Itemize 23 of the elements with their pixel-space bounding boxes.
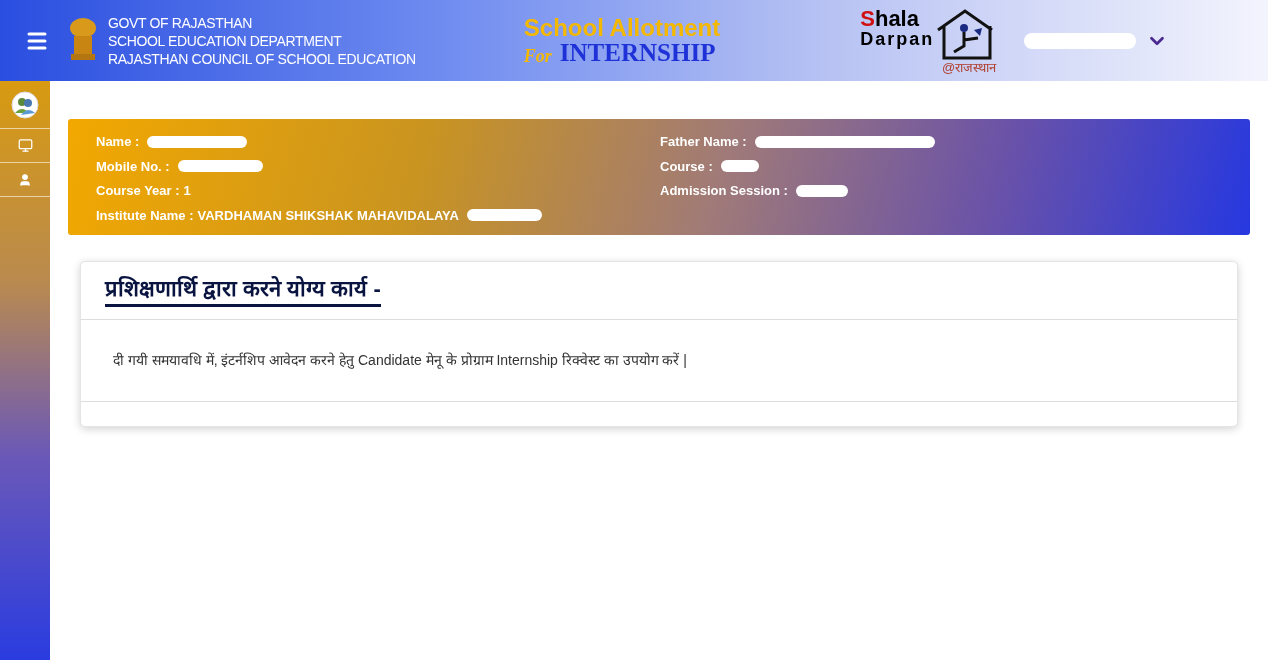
field-label: Name : (96, 133, 140, 151)
field-label: Course Year : (96, 182, 180, 200)
org-name-line: GOVT OF RAJASTHAN (108, 13, 253, 32)
field-label: Admission Session : (660, 182, 788, 200)
field-label: Mobile No. : (96, 157, 170, 176)
field-value: 1 (183, 182, 191, 200)
instruction-text: दी गयी समयावधि में, इंटर्नशिप आवेदन करने हेतु Candidate मेनू के प्रोग्राम Internship रिक्वेस्ट का उपयोग करें | (113, 351, 688, 371)
avatar-icon[interactable] (11, 90, 39, 119)
field-label: Father Name : (660, 133, 747, 151)
user-icon[interactable] (18, 172, 32, 187)
app-title-for: For (523, 47, 552, 65)
logo-tagline: @राजस्थान (942, 60, 997, 74)
field-label: Course : (660, 157, 713, 176)
monitor-icon[interactable] (17, 138, 33, 153)
org-name-line: SCHOOL EDUCATION DEPARTMENT (108, 31, 343, 50)
app-title: School Allotment (523, 16, 721, 40)
logo-word: Darpan (860, 29, 935, 48)
field-label: Institute Name : (96, 206, 194, 225)
logo-word: Shala (860, 7, 920, 30)
field-value: VARDHAMAN SHIKSHAK MAHAVIDALAYA (197, 206, 459, 225)
app-title-internship: INTERNSHIP (559, 40, 716, 65)
card-title: प्रशिक्षणार्थि द्वारा करने योग्य कार्य - (105, 274, 381, 307)
org-name-line: RAJASTHAN COUNCIL OF SCHOOL EDUCATION (108, 49, 416, 68)
